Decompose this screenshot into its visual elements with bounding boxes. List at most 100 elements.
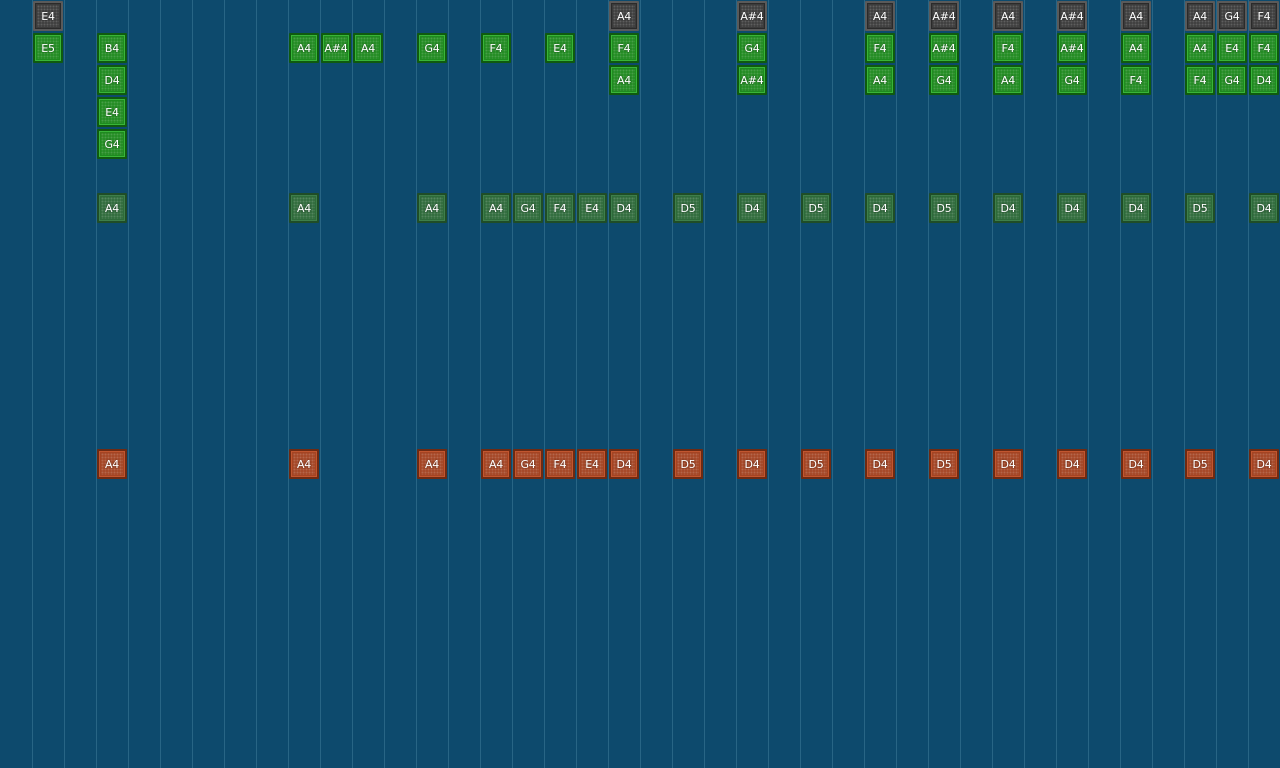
note-block-g4[interactable]: G4 bbox=[1057, 65, 1087, 95]
lane-divider bbox=[416, 0, 417, 768]
note-block-a4[interactable]: A4 bbox=[289, 449, 319, 479]
note-label: A4 bbox=[296, 201, 312, 215]
note-block-asharp4[interactable]: A#4 bbox=[737, 1, 767, 31]
note-block-g4[interactable]: G4 bbox=[417, 33, 447, 63]
note-label: A4 bbox=[488, 457, 504, 471]
note-block-asharp4[interactable]: A#4 bbox=[929, 1, 959, 31]
note-block-d4[interactable]: D4 bbox=[1249, 449, 1279, 479]
note-label: D4 bbox=[1064, 201, 1080, 215]
note-block-d4[interactable]: D4 bbox=[737, 193, 767, 223]
note-label: A4 bbox=[616, 73, 632, 87]
lane-divider bbox=[832, 0, 833, 768]
note-block-d5[interactable]: D5 bbox=[801, 449, 831, 479]
note-block-f4[interactable]: F4 bbox=[545, 449, 575, 479]
note-block-b4[interactable]: B4 bbox=[97, 33, 127, 63]
note-block-asharp4[interactable]: A#4 bbox=[737, 65, 767, 95]
note-label: F4 bbox=[1257, 41, 1271, 55]
note-block-d4[interactable]: D4 bbox=[993, 193, 1023, 223]
note-label: D4 bbox=[1256, 201, 1272, 215]
note-block-f4[interactable]: F4 bbox=[1121, 65, 1151, 95]
note-block-a4[interactable]: A4 bbox=[609, 65, 639, 95]
note-block-e4[interactable]: E4 bbox=[545, 33, 575, 63]
note-block-g4[interactable]: G4 bbox=[1217, 65, 1247, 95]
note-block-a4[interactable]: A4 bbox=[993, 1, 1023, 31]
note-block-d5[interactable]: D5 bbox=[801, 193, 831, 223]
note-block-e4[interactable]: E4 bbox=[1217, 33, 1247, 63]
note-label: G4 bbox=[424, 41, 440, 55]
note-block-f4[interactable]: F4 bbox=[993, 33, 1023, 63]
note-block-a4[interactable]: A4 bbox=[865, 1, 895, 31]
note-block-d4[interactable]: D4 bbox=[1121, 193, 1151, 223]
lane-divider bbox=[128, 0, 129, 768]
note-block-a4[interactable]: A4 bbox=[353, 33, 383, 63]
note-block-d4[interactable]: D4 bbox=[993, 449, 1023, 479]
note-label: F4 bbox=[1001, 41, 1015, 55]
note-block-d4[interactable]: D4 bbox=[1057, 449, 1087, 479]
note-block-f4[interactable]: F4 bbox=[545, 193, 575, 223]
note-block-e5[interactable]: E5 bbox=[33, 33, 63, 63]
note-block-e4[interactable]: E4 bbox=[577, 449, 607, 479]
note-block-a4[interactable]: A4 bbox=[1185, 33, 1215, 63]
note-label: F4 bbox=[553, 457, 567, 471]
note-block-e4[interactable]: E4 bbox=[33, 1, 63, 31]
note-block-d4[interactable]: D4 bbox=[609, 193, 639, 223]
note-block-d4[interactable]: D4 bbox=[97, 65, 127, 95]
note-block-d4[interactable]: D4 bbox=[609, 449, 639, 479]
note-label: D4 bbox=[1128, 457, 1144, 471]
note-block-f4[interactable]: F4 bbox=[1249, 1, 1279, 31]
note-block-d5[interactable]: D5 bbox=[673, 193, 703, 223]
note-block-d5[interactable]: D5 bbox=[929, 449, 959, 479]
note-block-a4[interactable]: A4 bbox=[97, 193, 127, 223]
note-block-d5[interactable]: D5 bbox=[1185, 449, 1215, 479]
note-label: D5 bbox=[680, 201, 696, 215]
lane-divider bbox=[896, 0, 897, 768]
note-block-a4[interactable]: A4 bbox=[865, 65, 895, 95]
note-block-d5[interactable]: D5 bbox=[1185, 193, 1215, 223]
note-block-g4[interactable]: G4 bbox=[1217, 1, 1247, 31]
note-block-d5[interactable]: D5 bbox=[673, 449, 703, 479]
note-block-d4[interactable]: D4 bbox=[1249, 65, 1279, 95]
note-block-a4[interactable]: A4 bbox=[481, 193, 511, 223]
note-block-f4[interactable]: F4 bbox=[865, 33, 895, 63]
note-block-a4[interactable]: A4 bbox=[417, 193, 447, 223]
note-block-g4[interactable]: G4 bbox=[737, 33, 767, 63]
note-block-f4[interactable]: F4 bbox=[609, 33, 639, 63]
note-label: A4 bbox=[360, 41, 376, 55]
note-block-d4[interactable]: D4 bbox=[737, 449, 767, 479]
note-block-g4[interactable]: G4 bbox=[97, 129, 127, 159]
note-block-d4[interactable]: D4 bbox=[1249, 193, 1279, 223]
note-block-a4[interactable]: A4 bbox=[97, 449, 127, 479]
note-block-d4[interactable]: D4 bbox=[865, 449, 895, 479]
note-label: D4 bbox=[616, 201, 632, 215]
note-block-f4[interactable]: F4 bbox=[481, 33, 511, 63]
note-block-a4[interactable]: A4 bbox=[481, 449, 511, 479]
lane-divider bbox=[224, 0, 225, 768]
note-label: D5 bbox=[808, 201, 824, 215]
note-block-a4[interactable]: A4 bbox=[289, 33, 319, 63]
note-block-d5[interactable]: D5 bbox=[929, 193, 959, 223]
note-block-a4[interactable]: A4 bbox=[609, 1, 639, 31]
note-block-d4[interactable]: D4 bbox=[1121, 449, 1151, 479]
note-block-a4[interactable]: A4 bbox=[1121, 1, 1151, 31]
note-block-asharp4[interactable]: A#4 bbox=[1057, 1, 1087, 31]
note-block-g4[interactable]: G4 bbox=[513, 193, 543, 223]
note-block-g4[interactable]: G4 bbox=[929, 65, 959, 95]
note-block-a4[interactable]: A4 bbox=[417, 449, 447, 479]
note-block-g4[interactable]: G4 bbox=[513, 449, 543, 479]
note-block-asharp4[interactable]: A#4 bbox=[321, 33, 351, 63]
lane-divider bbox=[1248, 0, 1249, 768]
note-block-asharp4[interactable]: A#4 bbox=[1057, 33, 1087, 63]
note-block-d4[interactable]: D4 bbox=[865, 193, 895, 223]
note-board[interactable]: E4 A4 A#4 A4 A#4 A4 A#4 A4 A4 G4 F4 E5 B4 A4 A#4 A4 G4 F4… bbox=[0, 0, 1280, 768]
lane-divider bbox=[768, 0, 769, 768]
note-block-a4[interactable]: A4 bbox=[289, 193, 319, 223]
note-block-d4[interactable]: D4 bbox=[1057, 193, 1087, 223]
note-block-f4[interactable]: F4 bbox=[1185, 65, 1215, 95]
note-block-a4[interactable]: A4 bbox=[993, 65, 1023, 95]
note-block-asharp4[interactable]: A#4 bbox=[929, 33, 959, 63]
note-block-e4[interactable]: E4 bbox=[97, 97, 127, 127]
note-block-e4[interactable]: E4 bbox=[577, 193, 607, 223]
note-block-a4[interactable]: A4 bbox=[1185, 1, 1215, 31]
note-block-f4[interactable]: F4 bbox=[1249, 33, 1279, 63]
note-block-a4[interactable]: A4 bbox=[1121, 33, 1151, 63]
